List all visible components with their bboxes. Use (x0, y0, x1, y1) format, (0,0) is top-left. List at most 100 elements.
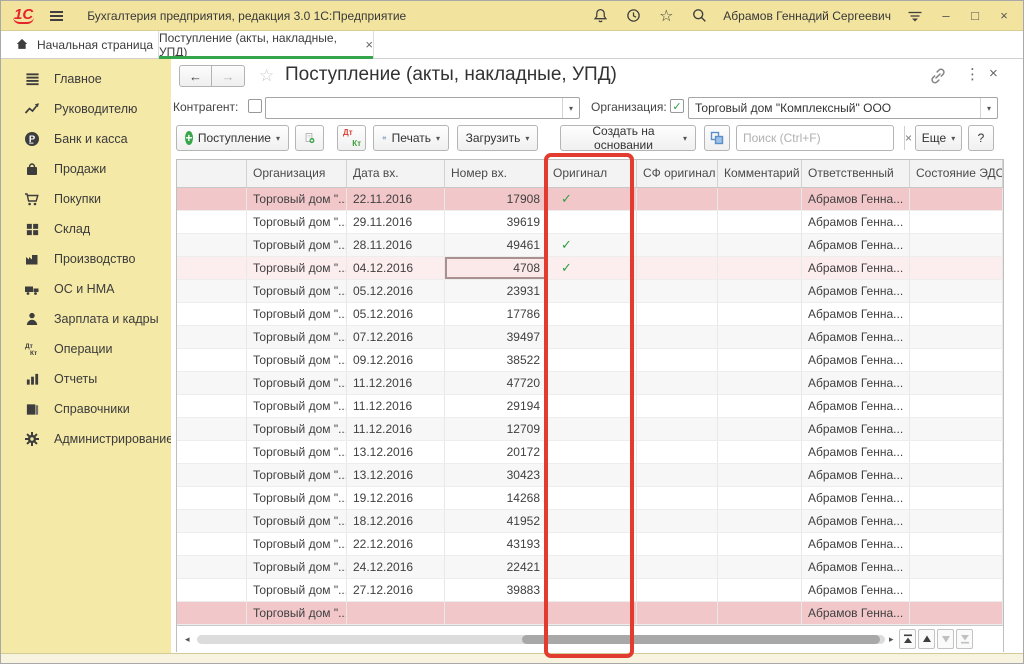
number-cell[interactable]: 49461 (445, 234, 547, 256)
list-begin-button[interactable] (899, 629, 916, 649)
number-cell[interactable]: 14268 (445, 487, 547, 509)
table-row[interactable]: Торговый дом "...04.12.20164708✓Абрамов … (177, 257, 1003, 280)
column-header-date-cell[interactable]: Дата вх. (347, 160, 445, 187)
comment-cell[interactable] (718, 188, 802, 210)
number-cell[interactable]: 39497 (445, 326, 547, 348)
table-row[interactable]: Торговый дом "...29.11.201639619Абрамов … (177, 211, 1003, 234)
comment-cell[interactable] (718, 372, 802, 394)
rowmark-cell[interactable] (177, 418, 247, 440)
responsible-cell[interactable]: Абрамов Генна... (802, 464, 910, 486)
edo-state-cell[interactable] (910, 257, 1003, 279)
date-cell[interactable]: 13.12.2016 (347, 464, 445, 486)
sf-original-cell[interactable] (637, 211, 718, 233)
rowmark-cell[interactable] (177, 510, 247, 532)
edo-state-cell[interactable] (910, 211, 1003, 233)
search-clear-icon[interactable]: × (904, 126, 912, 150)
favorite-star-icon[interactable]: ☆ (259, 66, 274, 86)
sf-original-cell[interactable] (637, 326, 718, 348)
org-cell[interactable]: Торговый дом "... (247, 326, 347, 348)
sidebar-item-manager[interactable]: Руководителю (1, 94, 171, 124)
org-cell[interactable]: Торговый дом "... (247, 510, 347, 532)
edo-state-cell[interactable] (910, 487, 1003, 509)
responsible-cell[interactable]: Абрамов Генна... (802, 257, 910, 279)
sf-original-cell[interactable] (637, 510, 718, 532)
column-header-number-cell[interactable]: Номер вх. (445, 160, 547, 187)
original-cell[interactable] (547, 579, 637, 601)
edo-state-cell[interactable] (910, 556, 1003, 578)
number-cell[interactable]: 29194 (445, 395, 547, 417)
number-cell[interactable]: 17908 (445, 188, 547, 210)
sf-original-cell[interactable] (637, 349, 718, 371)
comment-cell[interactable] (718, 211, 802, 233)
date-cell[interactable] (347, 602, 445, 624)
responsible-cell[interactable]: Абрамов Генна... (802, 487, 910, 509)
edo-state-cell[interactable] (910, 280, 1003, 302)
responsible-cell[interactable]: Абрамов Генна... (802, 372, 910, 394)
table-row[interactable]: Торговый дом "...13.12.201630423Абрамов … (177, 464, 1003, 487)
edo-state-cell[interactable] (910, 441, 1003, 463)
tab-postuplenie[interactable]: Поступление (акты, накладные, УПД) × (158, 31, 374, 58)
original-cell[interactable]: ✓ (547, 257, 637, 279)
table-row[interactable]: Торговый дом "...22.11.201617908✓Абрамов… (177, 188, 1003, 211)
responsible-cell[interactable]: Абрамов Генна... (802, 349, 910, 371)
show-postings-button[interactable]: ДтКт (337, 125, 366, 151)
original-cell[interactable] (547, 349, 637, 371)
number-cell[interactable]: 43193 (445, 533, 547, 555)
comment-cell[interactable] (718, 533, 802, 555)
rowmark-cell[interactable] (177, 280, 247, 302)
original-cell[interactable] (547, 556, 637, 578)
rowmark-cell[interactable] (177, 372, 247, 394)
sidebar-item-reports[interactable]: Отчеты (1, 364, 171, 394)
comment-cell[interactable] (718, 602, 802, 624)
table-row[interactable]: Торговый дом "...28.11.201649461✓Абрамов… (177, 234, 1003, 257)
column-header-responsible-cell[interactable]: Ответственный (802, 160, 910, 187)
date-cell[interactable]: 19.12.2016 (347, 487, 445, 509)
sidebar-item-administration[interactable]: Администрирование (1, 424, 171, 454)
rowmark-cell[interactable] (177, 349, 247, 371)
org-cell[interactable]: Торговый дом "... (247, 441, 347, 463)
original-cell[interactable] (547, 303, 637, 325)
original-cell[interactable] (547, 487, 637, 509)
rowmark-cell[interactable] (177, 464, 247, 486)
rowmark-cell[interactable] (177, 602, 247, 624)
copy-document-button[interactable] (295, 125, 324, 151)
comment-cell[interactable] (718, 579, 802, 601)
chevron-down-icon[interactable]: ▾ (562, 98, 579, 118)
responsible-cell[interactable]: Абрамов Генна... (802, 303, 910, 325)
rowmark-cell[interactable] (177, 487, 247, 509)
scroll-right-arrow[interactable]: ▸ (889, 626, 894, 653)
number-cell[interactable]: 17786 (445, 303, 547, 325)
number-cell[interactable]: 38522 (445, 349, 547, 371)
sidebar-item-fixed-assets[interactable]: ОС и НМА (1, 274, 171, 304)
comment-cell[interactable] (718, 556, 802, 578)
org-cell[interactable]: Торговый дом "... (247, 234, 347, 256)
window-close-button[interactable]: × (997, 8, 1011, 23)
main-menu-icon[interactable] (50, 11, 63, 21)
original-cell[interactable] (547, 602, 637, 624)
counterparty-combobox[interactable]: ▾ (265, 97, 580, 119)
user-name[interactable]: Абрамов Геннадий Сергеевич (723, 9, 891, 23)
date-cell[interactable]: 28.11.2016 (347, 234, 445, 256)
original-cell[interactable] (547, 533, 637, 555)
list-up-button[interactable] (918, 629, 935, 649)
service-menu-icon[interactable] (906, 7, 924, 25)
edo-state-cell[interactable] (910, 326, 1003, 348)
favorites-star-icon[interactable]: ☆ (657, 7, 675, 25)
date-cell[interactable]: 05.12.2016 (347, 303, 445, 325)
table-row[interactable]: Торговый дом "...09.12.201638522Абрамов … (177, 349, 1003, 372)
org-cell[interactable]: Торговый дом "... (247, 464, 347, 486)
org-cell[interactable]: Торговый дом "... (247, 303, 347, 325)
edo-state-cell[interactable] (910, 418, 1003, 440)
edo-state-cell[interactable] (910, 188, 1003, 210)
forward-button[interactable]: → (212, 65, 245, 87)
organization-checkbox[interactable]: ✓ (670, 99, 684, 113)
responsible-cell[interactable]: Абрамов Генна... (802, 602, 910, 624)
table-row[interactable]: Торговый дом "...Абрамов Генна... (177, 602, 1003, 625)
history-icon[interactable] (624, 7, 642, 25)
edo-state-cell[interactable] (910, 395, 1003, 417)
chevron-down-icon[interactable]: ▾ (980, 98, 997, 118)
responsible-cell[interactable]: Абрамов Генна... (802, 326, 910, 348)
column-header-comment-cell[interactable]: Комментарий (718, 160, 802, 187)
rowmark-cell[interactable] (177, 188, 247, 210)
horizontal-scrollbar-thumb[interactable] (522, 635, 880, 644)
